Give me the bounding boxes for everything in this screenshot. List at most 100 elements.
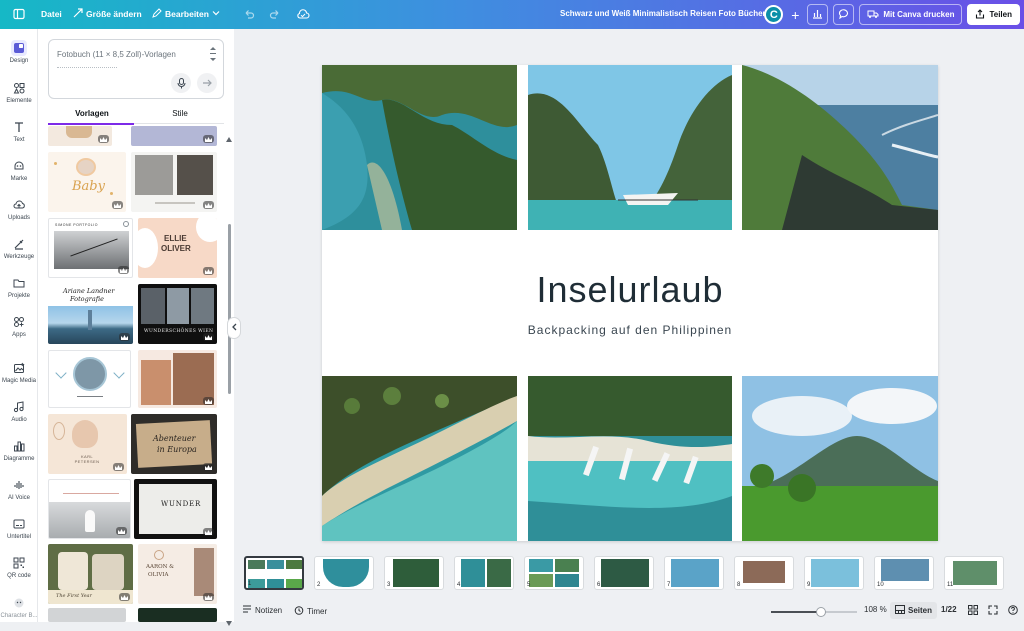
file-menu[interactable]: Datei	[41, 9, 62, 19]
sidebar-toggle-icon[interactable]	[12, 7, 26, 21]
pages-button[interactable]: Seiten	[890, 602, 938, 619]
panel-scrollbar[interactable]	[228, 224, 231, 394]
template-thumbnail-abenteuer[interactable]: Abenteuer in Europa	[131, 414, 217, 474]
nav-qr-code[interactable]: QR code	[0, 555, 38, 579]
photo-island-coast[interactable]	[322, 65, 517, 230]
templates-panel: Fotobuch (11 × 8,5 Zoll)-Vorlagen Vorlag…	[38, 29, 234, 626]
page-thumbnail[interactable]: 2	[314, 556, 374, 590]
pages-icon	[895, 605, 905, 616]
nav-label: AI Voice	[7, 495, 30, 501]
nav-apps[interactable]: Apps	[0, 314, 38, 338]
page-thumbnail[interactable]: 11	[944, 556, 1004, 590]
notes-button[interactable]: Notizen	[242, 605, 282, 616]
sort-icon[interactable]	[209, 46, 217, 67]
photo-lagoon-boat[interactable]	[528, 65, 732, 230]
grid-view-icon[interactable]	[968, 605, 978, 615]
template-thumbnail-wedding-hands[interactable]	[131, 152, 217, 212]
photo-palm-beach[interactable]	[322, 376, 517, 541]
zoom-slider-handle[interactable]	[815, 607, 826, 617]
photo-boats-shore[interactable]	[528, 376, 732, 541]
crown-icon	[113, 463, 124, 471]
share-button[interactable]: Teilen	[967, 4, 1020, 25]
page-thumbnail[interactable]: 9	[804, 556, 864, 590]
nav-uploads[interactable]: Uploads	[0, 197, 38, 221]
document-title[interactable]: Schwarz und Weiß Minimalistisch Reisen F…	[560, 9, 766, 18]
nav-character-builder[interactable]: Character B...	[0, 595, 38, 619]
template-thumbnail[interactable]	[138, 608, 217, 622]
template-thumbnail-ellie-oliver[interactable]: ELLIE OLIVER	[138, 218, 217, 278]
page-thumbnail[interactable]: 10	[874, 556, 934, 590]
nav-label: Magic Media	[1, 378, 36, 384]
template-thumbnail-wien[interactable]: WUNDERSCHÖNES WIEN	[138, 284, 217, 344]
nav-design[interactable]: Design	[0, 40, 38, 64]
nav-charts[interactable]: Diagramme	[0, 438, 38, 462]
edit-menu[interactable]: Bearbeiten	[152, 8, 220, 20]
info-icon	[123, 221, 129, 227]
photo-volcano[interactable]	[742, 376, 938, 541]
canvas-title[interactable]: Inselurlaub	[322, 269, 938, 311]
nav-text[interactable]: Text	[0, 119, 38, 143]
nav-brand[interactable]: Marke	[0, 158, 38, 182]
photo-rocky-cliff[interactable]	[742, 65, 938, 230]
template-thumbnail-portfolio[interactable]: SIMONE PORTFOLIO	[48, 218, 133, 278]
add-collaborator-icon[interactable]: +	[788, 7, 802, 23]
search-box[interactable]: Fotobuch (11 × 8,5 Zoll)-Vorlagen	[48, 39, 224, 99]
insights-button[interactable]	[807, 4, 829, 25]
thumb-text-wunder: WUNDER	[161, 500, 202, 508]
pencil-icon	[152, 8, 162, 20]
comments-button[interactable]	[833, 4, 855, 25]
page-thumbnail[interactable]: 3	[384, 556, 444, 590]
page-number: 11	[947, 582, 954, 588]
nav-elements[interactable]: Elemente	[0, 80, 38, 104]
page-thumbnail[interactable]: 6	[594, 556, 654, 590]
redo-icon[interactable]	[268, 7, 282, 21]
undo-icon[interactable]	[242, 7, 256, 21]
scroll-down-icon[interactable]	[226, 613, 232, 631]
nav-label: Elemente	[6, 98, 32, 104]
submit-arrow-icon[interactable]	[197, 73, 217, 93]
crown-icon	[203, 463, 214, 471]
tab-styles[interactable]: Stile	[136, 109, 224, 118]
nav-ai-voice[interactable]: AI Voice	[0, 477, 38, 501]
template-thumbnail-karl[interactable]: KARL PETERSEN	[48, 414, 127, 474]
resize-menu[interactable]: Größe ändern	[73, 8, 142, 20]
zoom-slider[interactable]	[771, 607, 857, 617]
page-thumbnail[interactable]: 5	[524, 556, 584, 590]
design-page[interactable]: Inselurlaub Backpacking auf den Philippi…	[322, 65, 938, 541]
fullscreen-icon[interactable]	[988, 605, 998, 615]
help-icon[interactable]	[1008, 605, 1018, 615]
cloud-save-icon[interactable]	[296, 7, 310, 21]
nav-subtitles[interactable]: Untertitel	[0, 516, 38, 540]
template-thumbnail-first-year[interactable]: The First Year	[48, 544, 133, 604]
search-input[interactable]: Fotobuch (11 × 8,5 Zoll)-Vorlagen	[57, 50, 176, 59]
template-thumbnail-family-circle[interactable]	[48, 350, 131, 408]
template-thumbnail-baby[interactable]: Baby	[48, 152, 126, 212]
template-thumbnail-family-photo[interactable]	[138, 350, 217, 408]
page-thumbnail[interactable]: 4	[454, 556, 514, 590]
template-thumbnail-ariane[interactable]: Ariane Landner Fotografie	[48, 284, 133, 344]
template-thumbnail-wunder[interactable]: WUNDER	[134, 479, 217, 539]
template-thumbnail[interactable]	[131, 126, 217, 146]
page-thumbnail[interactable]: 8	[734, 556, 794, 590]
timer-button[interactable]: Timer	[294, 605, 327, 617]
canvas-subtitle[interactable]: Backpacking auf den Philippinen	[322, 323, 938, 337]
thumb-text-karl: KARL PETERSEN	[74, 454, 100, 464]
collapse-panel-button[interactable]	[227, 317, 241, 339]
nav-tools[interactable]: Werkzeuge	[0, 236, 38, 260]
page-thumbnail[interactable]: 7	[664, 556, 724, 590]
nav-audio[interactable]: Audio	[0, 399, 38, 423]
page-thumbnail[interactable]: 1	[244, 556, 304, 590]
zoom-level[interactable]: 108 %	[864, 605, 887, 614]
print-button[interactable]: Mit Canva drucken	[859, 4, 963, 25]
nav-magic-media[interactable]: Magic Media	[0, 360, 38, 384]
left-nav: Design Elemente Text Marke Uploads Werkz…	[0, 29, 38, 622]
template-thumbnail[interactable]	[48, 608, 126, 622]
microphone-icon[interactable]	[171, 73, 191, 93]
template-thumbnail[interactable]	[48, 126, 112, 146]
tab-templates[interactable]: Vorlagen	[48, 109, 136, 118]
nav-projects[interactable]: Projekte	[0, 275, 38, 299]
scroll-up-icon[interactable]	[226, 129, 232, 147]
template-thumbnail-aaron-olivia[interactable]: AARON & OLIVIA	[138, 544, 217, 604]
template-thumbnail-bride[interactable]	[48, 479, 131, 539]
avatar[interactable]: C	[764, 5, 784, 24]
